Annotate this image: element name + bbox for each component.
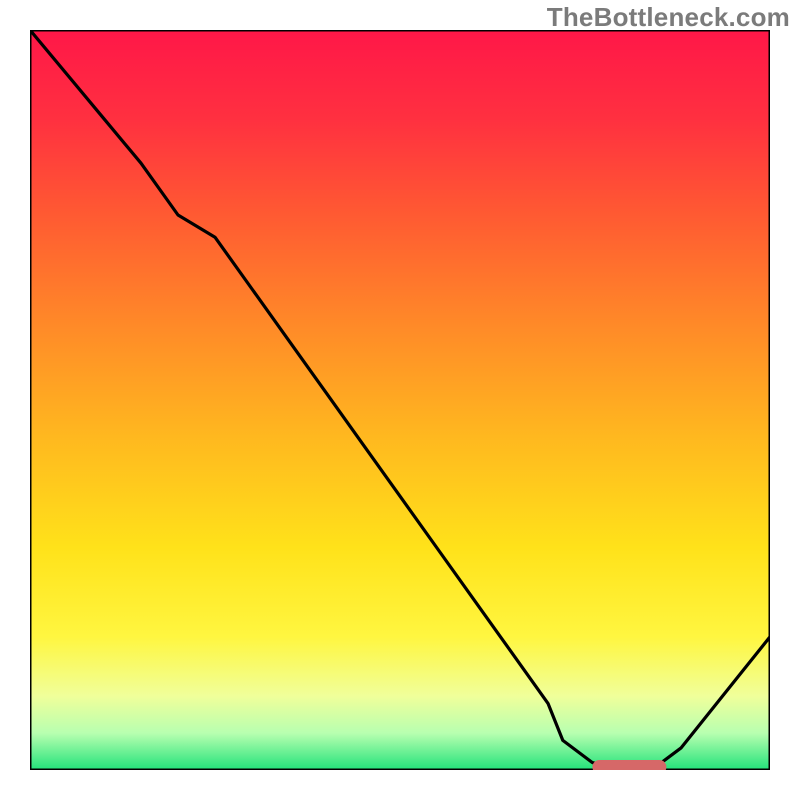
optimal-range-marker bbox=[592, 760, 666, 770]
watermark-text: TheBottleneck.com bbox=[547, 2, 790, 33]
chart-container: TheBottleneck.com bbox=[0, 0, 800, 800]
gradient-background bbox=[30, 30, 770, 770]
bottleneck-chart bbox=[30, 30, 770, 770]
